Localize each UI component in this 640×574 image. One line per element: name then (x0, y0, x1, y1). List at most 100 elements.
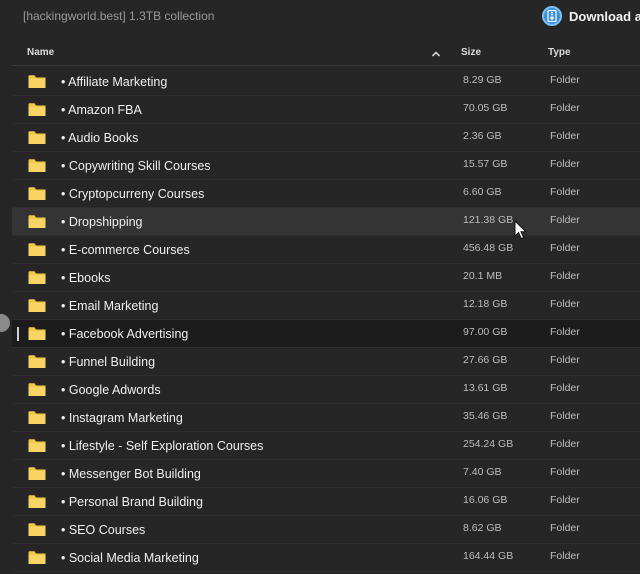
file-type: Folder (550, 410, 580, 422)
file-name[interactable]: • SEO Courses (61, 523, 145, 537)
file-size: 16.06 GB (463, 494, 508, 506)
file-size: 8.62 GB (463, 522, 502, 534)
folder-icon (28, 551, 46, 564)
file-size: 2.36 GB (463, 130, 502, 142)
download-as-label: Download as (569, 8, 640, 24)
folder-icon (28, 383, 46, 396)
folder-icon (28, 131, 46, 144)
table-row[interactable]: • Personal Brand Building 16.06 GB Folder (12, 488, 640, 516)
file-name[interactable]: • Copywriting Skill Courses (61, 159, 211, 173)
table-row[interactable]: • Amazon FBA 70.05 GB Folder (12, 96, 640, 124)
folder-icon (28, 243, 46, 256)
file-type: Folder (550, 74, 580, 86)
file-size: 164.44 GB (463, 550, 514, 562)
file-size: 12.18 GB (463, 298, 508, 310)
folder-icon (28, 439, 46, 452)
file-type: Folder (550, 326, 580, 338)
table-row[interactable]: • Copywriting Skill Courses 15.57 GB Folde… (12, 152, 640, 180)
file-type: Folder (550, 270, 580, 282)
folder-icon (28, 215, 46, 228)
file-name[interactable]: • Cryptopcurreny Courses (61, 187, 204, 201)
text-caret (17, 327, 19, 341)
file-type: Folder (550, 242, 580, 254)
folder-icon (28, 523, 46, 536)
table-row[interactable]: • Facebook Advertising 97.00 GB Folder (12, 320, 640, 348)
file-size: 13.61 GB (463, 382, 508, 394)
file-size: 6.60 GB (463, 186, 502, 198)
column-header: Name Size Type (12, 40, 640, 66)
file-size: 15.57 GB (463, 158, 508, 170)
collection-title: [hackingworld.best] 1.3TB collection (23, 9, 215, 23)
table-row[interactable]: • Messenger Bot Building 7.40 GB Folder (12, 460, 640, 488)
file-size: 20.1 MB (463, 270, 503, 282)
table-row[interactable]: • Lifestyle - Self Exploration Courses 25… (12, 432, 640, 460)
folder-icon (28, 271, 46, 284)
file-name[interactable]: • Email Marketing (61, 299, 158, 313)
file-size: 8.29 GB (463, 74, 502, 86)
download-zip-icon (542, 6, 562, 26)
table-row[interactable]: • Social Media Marketing 164.44 GB Folder (12, 544, 640, 572)
file-name[interactable]: • Instagram Marketing (61, 411, 183, 425)
folder-icon (28, 75, 46, 88)
folder-icon (28, 159, 46, 172)
table-row[interactable]: • Email Marketing 12.18 GB Folder (12, 292, 640, 320)
file-list: • Affiliate Marketing 8.29 GB Folder • Amaz… (12, 68, 640, 572)
file-type: Folder (550, 438, 580, 450)
file-type: Folder (550, 382, 580, 394)
file-type: Folder (550, 158, 580, 170)
table-row[interactable]: • E-commerce Courses 456.48 GB Folder (12, 236, 640, 264)
column-type-header[interactable]: Type (548, 47, 571, 58)
file-name[interactable]: • Social Media Marketing (61, 551, 199, 565)
table-row[interactable]: • Audio Books 2.36 GB Folder (12, 124, 640, 152)
folder-icon (28, 299, 46, 312)
download-as-button[interactable]: Download as (542, 6, 640, 26)
file-name[interactable]: • Lifestyle - Self Exploration Courses (61, 439, 263, 453)
file-type: Folder (550, 102, 580, 114)
file-name[interactable]: • Google Adwords (61, 383, 161, 397)
file-name[interactable]: • Messenger Bot Building (61, 467, 201, 481)
file-name[interactable]: • Funnel Building (61, 355, 155, 369)
file-name[interactable]: • Dropshipping (61, 215, 143, 229)
table-row[interactable]: • Google Adwords 13.61 GB Folder (12, 376, 640, 404)
file-type: Folder (550, 214, 580, 226)
mouse-pointer-icon (514, 220, 528, 240)
folder-icon (28, 411, 46, 424)
file-name[interactable]: • Ebooks (61, 271, 111, 285)
table-row[interactable]: • Instagram Marketing 35.46 GB Folder (12, 404, 640, 432)
top-bar: [hackingworld.best] 1.3TB collection Dow… (0, 0, 640, 34)
file-type: Folder (550, 130, 580, 142)
file-name[interactable]: • Amazon FBA (61, 103, 142, 117)
folder-icon (28, 327, 46, 340)
file-name[interactable]: • Affiliate Marketing (61, 75, 167, 89)
folder-icon (28, 103, 46, 116)
file-size: 456.48 GB (463, 242, 514, 254)
file-type: Folder (550, 522, 580, 534)
folder-icon (28, 187, 46, 200)
file-size: 7.40 GB (463, 466, 502, 478)
file-type: Folder (550, 466, 580, 478)
column-size-header[interactable]: Size (461, 47, 481, 58)
chevron-up-icon[interactable] (430, 47, 442, 59)
table-row[interactable]: • Affiliate Marketing 8.29 GB Folder (12, 68, 640, 96)
file-size: 254.24 GB (463, 438, 514, 450)
folder-icon (28, 495, 46, 508)
drag-handle[interactable] (0, 314, 10, 332)
table-row[interactable]: • Dropshipping 121.38 GB Folder (12, 208, 640, 236)
file-type: Folder (550, 354, 580, 366)
file-name[interactable]: • E-commerce Courses (61, 243, 190, 257)
file-size: 70.05 GB (463, 102, 508, 114)
file-size: 35.46 GB (463, 410, 508, 422)
file-size: 27.66 GB (463, 354, 508, 366)
file-type: Folder (550, 298, 580, 310)
column-name-header[interactable]: Name (27, 47, 54, 58)
file-type: Folder (550, 186, 580, 198)
table-row[interactable]: • Funnel Building 27.66 GB Folder (12, 348, 640, 376)
table-row[interactable]: • Cryptopcurreny Courses 6.60 GB Folder (12, 180, 640, 208)
table-row[interactable]: • SEO Courses 8.62 GB Folder (12, 516, 640, 544)
file-type: Folder (550, 550, 580, 562)
table-row[interactable]: • Ebooks 20.1 MB Folder (12, 264, 640, 292)
file-name[interactable]: • Personal Brand Building (61, 495, 203, 509)
file-name[interactable]: • Facebook Advertising (61, 327, 188, 341)
file-type: Folder (550, 494, 580, 506)
file-name[interactable]: • Audio Books (61, 131, 138, 145)
